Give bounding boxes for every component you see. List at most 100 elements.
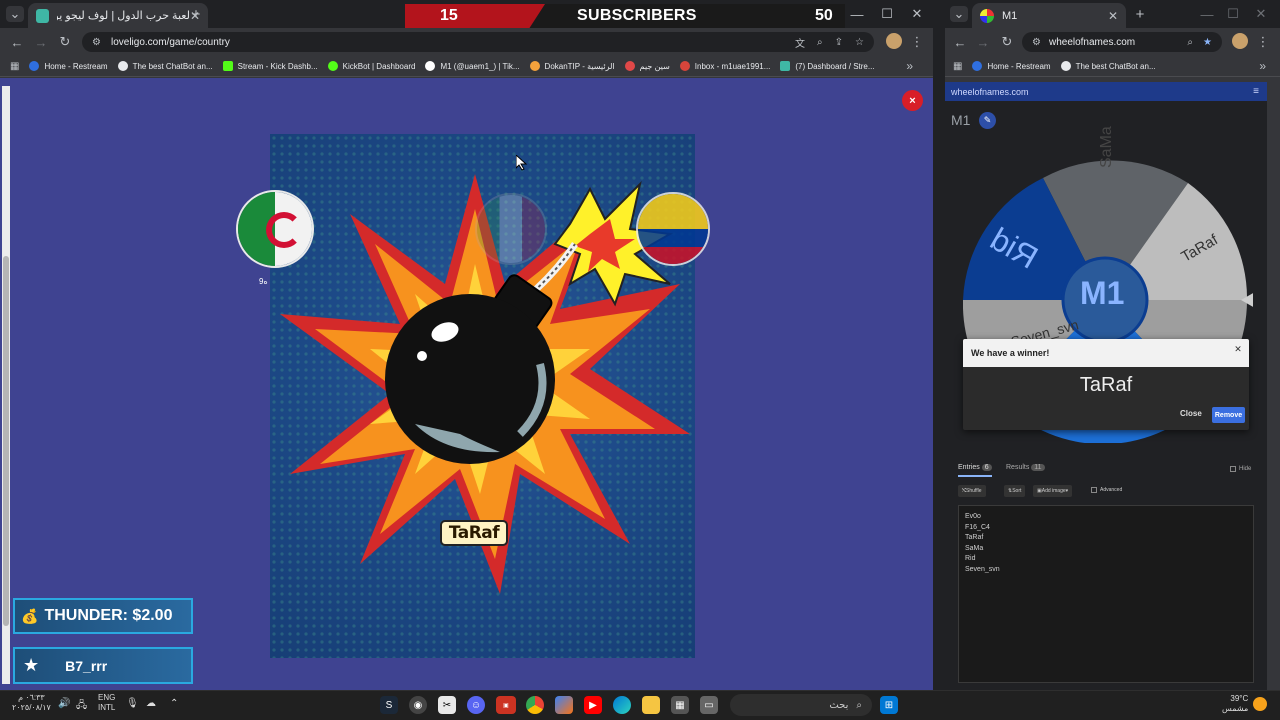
flag-colombia[interactable]: [636, 192, 710, 266]
bookmark-item[interactable]: M1 (@uaem1_) | Tik...: [425, 61, 520, 71]
edge-icon[interactable]: [613, 696, 631, 714]
site-info-icon[interactable]: ⚙: [92, 37, 101, 48]
close-modal-icon[interactable]: ✕: [1233, 343, 1243, 355]
translate-icon[interactable]: 文: [795, 35, 805, 50]
forward-icon[interactable]: →: [976, 34, 990, 50]
maximize-icon[interactable]: ☐: [1226, 6, 1240, 22]
profile-avatar[interactable]: [1232, 33, 1248, 49]
hamburger-menu-icon[interactable]: ≡: [1250, 84, 1262, 98]
hide-checkbox[interactable]: Hide: [1230, 466, 1251, 472]
weather-widget[interactable]: 39°C مشمس: [1222, 694, 1248, 714]
winner-name: TaRaf: [1079, 374, 1133, 396]
site-name[interactable]: wheelofnames.com: [951, 87, 1029, 97]
app-window-icon[interactable]: ▭: [700, 696, 718, 714]
menu-icon[interactable]: ⋮: [1257, 34, 1270, 50]
close-tab-icon[interactable]: ✕: [1108, 9, 1118, 23]
bookmark-item[interactable]: Stream - Kick Dashb...: [222, 61, 318, 71]
subscriber-current: 15: [440, 7, 458, 24]
apps-grid-icon[interactable]: ▦: [10, 61, 19, 72]
more-bookmarks-icon[interactable]: »: [906, 59, 913, 73]
apps-grid-icon[interactable]: ▦: [953, 61, 962, 72]
capcut-icon[interactable]: ✂: [438, 696, 456, 714]
close-window-icon[interactable]: ✕: [910, 6, 924, 22]
flag-faded[interactable]: [475, 193, 547, 265]
share-icon[interactable]: ⇪: [835, 37, 843, 48]
minimize-icon[interactable]: —: [850, 6, 864, 22]
entries-textarea[interactable]: Ev0o F16_C4 TaRaf SaMa Rid Seven_svn: [958, 505, 1254, 683]
tab-wheel[interactable]: M1 ✕: [972, 3, 1126, 28]
reload-icon[interactable]: ↻: [1000, 34, 1014, 50]
forward-icon[interactable]: →: [34, 34, 48, 50]
bookmark-item[interactable]: KickBot | Dashboard: [327, 61, 415, 71]
advanced-checkbox[interactable]: Advanced: [1091, 487, 1122, 493]
flag-algeria[interactable]: [236, 190, 314, 268]
add-image-dropdown[interactable]: ▣ Add image ▾: [1033, 485, 1073, 497]
bookmark-item[interactable]: The best ChatBot an...: [1060, 61, 1156, 71]
steam-icon[interactable]: S: [380, 696, 398, 714]
profile-avatar[interactable]: [886, 33, 902, 49]
sun-icon: [1253, 697, 1267, 711]
tab-game[interactable]: لعبة حرب الدول | لوف ليجو يوفر ✕: [28, 3, 208, 28]
zoom-icon[interactable]: ⌕: [1187, 37, 1193, 48]
bookmark-item[interactable]: DokanTIP - الرئيسية: [529, 61, 615, 71]
edit-title-icon[interactable]: ✎: [979, 112, 996, 129]
reload-icon[interactable]: ↻: [58, 34, 72, 50]
menu-icon[interactable]: ⋮: [911, 34, 924, 50]
bookmark-star-icon[interactable]: ☆: [855, 37, 864, 48]
bookmark-item[interactable]: Home - Restream: [29, 61, 108, 71]
windows-taskbar: [0, 690, 1280, 720]
back-icon[interactable]: ←: [953, 34, 967, 50]
microphone-icon[interactable]: 🎙: [126, 698, 139, 709]
youtube-icon[interactable]: ▶: [584, 696, 602, 714]
tray-overflow-icon[interactable]: ⌃: [170, 698, 178, 709]
bookmarks-bar: ▦ Home - Restream The best ChatBot an...…: [0, 56, 933, 77]
copilot-icon[interactable]: [555, 696, 573, 714]
windows-start-icon[interactable]: ⊞: [880, 696, 898, 714]
tab-search-icon[interactable]: ⌄: [950, 6, 968, 22]
obs-icon[interactable]: ◉: [409, 696, 427, 714]
sort-button[interactable]: ⇅ Sort: [1004, 485, 1026, 497]
shuffle-button[interactable]: ⤭ Shuffle: [958, 485, 986, 497]
address-bar[interactable]: ⚙ loveligo.com/game/country 文 ⌕ ⇪ ☆: [82, 32, 874, 52]
close-game-button[interactable]: ×: [902, 90, 923, 111]
scrollbar-thumb[interactable]: [3, 256, 9, 626]
tab-entries[interactable]: Entries 6: [958, 464, 992, 477]
close-window-icon[interactable]: ✕: [1254, 6, 1268, 22]
thunder-alert-text: THUNDER: $2.00: [44, 607, 173, 624]
bookmarks-bar: ▦ Home - Restream The best ChatBot an...…: [945, 56, 1280, 77]
search-placeholder: بحث: [829, 699, 849, 711]
bookmark-item[interactable]: Inbox - m1uae1991...: [679, 61, 770, 71]
tab-results[interactable]: Results 11: [1006, 464, 1045, 471]
modal-remove-button[interactable]: Remove: [1212, 407, 1245, 423]
address-bar[interactable]: ⚙ wheelofnames.com ⌕ ★: [1022, 32, 1222, 52]
new-tab-button[interactable]: +: [188, 6, 204, 23]
discord-icon[interactable]: ☺: [467, 696, 485, 714]
store-icon[interactable]: ▦: [671, 696, 689, 714]
more-bookmarks-icon[interactable]: »: [1259, 59, 1266, 73]
back-icon[interactable]: ←: [10, 34, 24, 50]
app-icon[interactable]: ▣: [496, 696, 516, 714]
tab-search-icon[interactable]: ⌄: [6, 6, 24, 22]
new-tab-button[interactable]: +: [1132, 6, 1148, 23]
file-explorer-icon[interactable]: [642, 696, 660, 714]
minimize-icon[interactable]: —: [1200, 6, 1214, 22]
language-indicator[interactable]: ENG INTL: [98, 693, 115, 713]
bookmark-item[interactable]: سين جيم: [624, 61, 670, 71]
bookmark-item[interactable]: (7) Dashboard / Stre...: [780, 61, 875, 71]
maximize-icon[interactable]: ☐: [880, 6, 894, 22]
chrome-icon[interactable]: [526, 696, 544, 714]
modal-close-button[interactable]: Close: [1180, 409, 1202, 418]
entry-line: Seven_svn: [965, 565, 1000, 573]
clock[interactable]: ٠٦:٣٣ م ٢٠٢٥/٠٨/١٧: [12, 693, 51, 713]
bookmark-star-icon[interactable]: ★: [1203, 37, 1212, 48]
zoom-icon[interactable]: ⌕: [817, 37, 823, 48]
bookmark-item[interactable]: Home - Restream: [972, 61, 1051, 71]
onedrive-icon[interactable]: ☁: [146, 698, 156, 709]
subscriber-progress-fill: [405, 4, 545, 30]
site-info-icon[interactable]: ⚙: [1032, 37, 1041, 48]
search-icon: ⌕: [856, 699, 862, 711]
volume-icon[interactable]: 🔊: [58, 698, 70, 709]
taskbar-search[interactable]: بحث ⌕: [730, 694, 872, 716]
bookmark-item[interactable]: The best ChatBot an...: [117, 61, 213, 71]
network-icon[interactable]: 🖧: [76, 698, 87, 715]
